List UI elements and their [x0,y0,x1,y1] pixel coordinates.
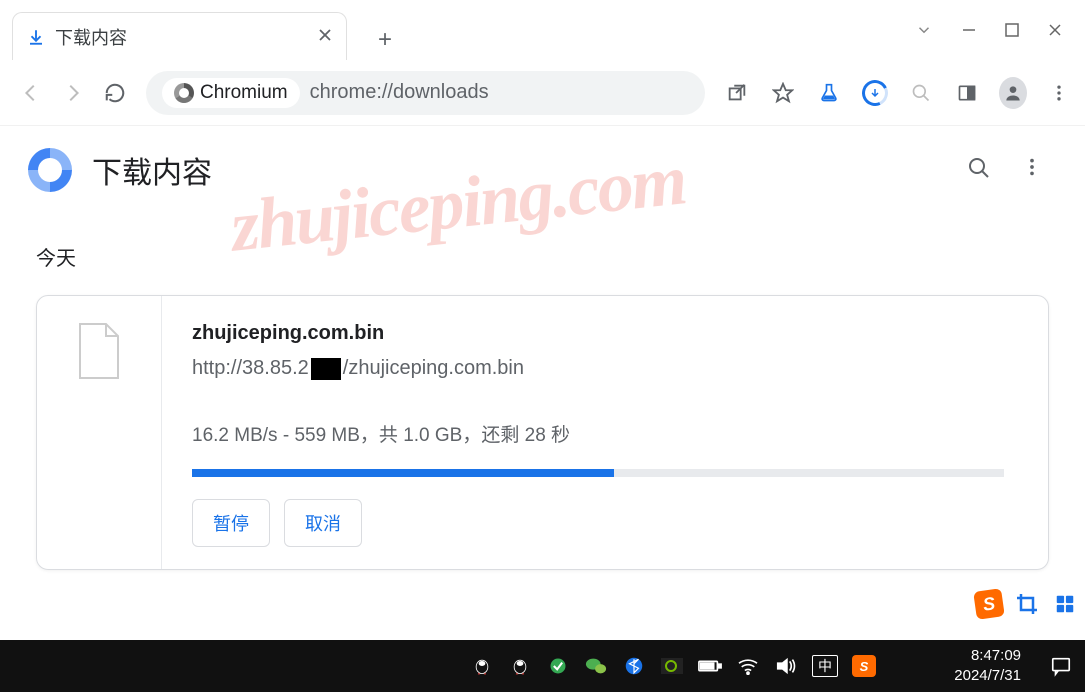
new-tab-button[interactable]: + [365,26,405,54]
download-card: zhujiceping.com.bin http://38.85.2/zhuji… [36,295,1049,570]
tb-volume-icon[interactable] [774,656,798,676]
tb-bluetooth-icon[interactable] [622,657,646,675]
tb-qq2-icon[interactable] [508,656,532,676]
window-close-icon[interactable] [1047,22,1063,38]
tb-wifi-icon[interactable] [736,657,760,675]
window-minimize-icon[interactable] [961,22,977,38]
tb-sogou-icon[interactable]: S [852,655,876,677]
download-filename: zhujiceping.com.bin [192,322,1004,345]
sogou-icon[interactable]: S [973,588,1005,620]
tab-title: 下载内容 [55,24,308,50]
chrome-menu-icon[interactable] [1045,83,1073,103]
site-chip[interactable]: Chromium [162,78,300,108]
chromium-icon [174,83,194,103]
reload-button[interactable] [96,74,134,112]
redacted-block [311,358,341,380]
clock-date: 2024/7/31 [954,666,1021,686]
tab-close-icon[interactable] [318,26,332,47]
app-logo-icon [28,148,72,192]
window-dropdown-icon[interactable] [915,21,933,39]
tb-qq1-icon[interactable] [470,656,494,676]
share-icon[interactable] [723,82,751,104]
file-icon [76,322,122,380]
clock-time: 8:47:09 [954,646,1021,666]
omnibox[interactable]: Chromium chrome://downloads [146,71,705,115]
apps-icon[interactable] [1051,590,1079,618]
downloads-button[interactable] [861,80,889,106]
progress-bar [192,469,1004,477]
side-panel-icon[interactable] [953,83,981,103]
page-title: 下载内容 [92,148,947,192]
tb-wechat-icon[interactable] [584,656,608,676]
crop-icon[interactable] [1013,590,1041,618]
back-button[interactable] [12,74,50,112]
page-search-icon[interactable] [967,156,991,185]
labs-icon[interactable] [815,82,843,104]
taskbar-clock[interactable]: 8:47:09 2024/7/31 [954,646,1021,687]
tab-downloads[interactable]: 下载内容 [12,12,347,60]
section-label-today: 今天 [36,242,1049,271]
tb-check-icon[interactable] [546,656,570,676]
download-icon [27,28,45,46]
url-text: chrome://downloads [310,81,489,104]
window-maximize-icon[interactable] [1005,23,1019,37]
download-url: http://38.85.2/zhujiceping.com.bin [192,357,1004,380]
taskbar: 中 S 8:47:09 2024/7/31 [0,640,1085,692]
forward-button[interactable] [54,74,92,112]
page-header: 下载内容 [0,126,1085,202]
search-icon[interactable] [907,83,935,103]
progress-fill [192,469,614,477]
tb-nvidia-icon[interactable] [660,658,684,674]
tb-notifications-icon[interactable] [1049,655,1073,677]
address-bar: Chromium chrome://downloads [0,60,1085,126]
pause-button[interactable]: 暂停 [192,499,270,547]
download-stats: 16.2 MB/s - 559 MB，共 1.0 GB，还剩 28 秒 [192,420,1004,447]
cancel-button[interactable]: 取消 [284,499,362,547]
tray-icons: S [975,590,1085,618]
tb-ime-indicator[interactable]: 中 [812,655,838,677]
page-menu-icon[interactable] [1021,156,1043,185]
bookmark-icon[interactable] [769,82,797,104]
site-chip-label: Chromium [200,82,288,104]
tb-battery-icon[interactable] [698,658,722,674]
profile-avatar[interactable] [999,77,1027,109]
